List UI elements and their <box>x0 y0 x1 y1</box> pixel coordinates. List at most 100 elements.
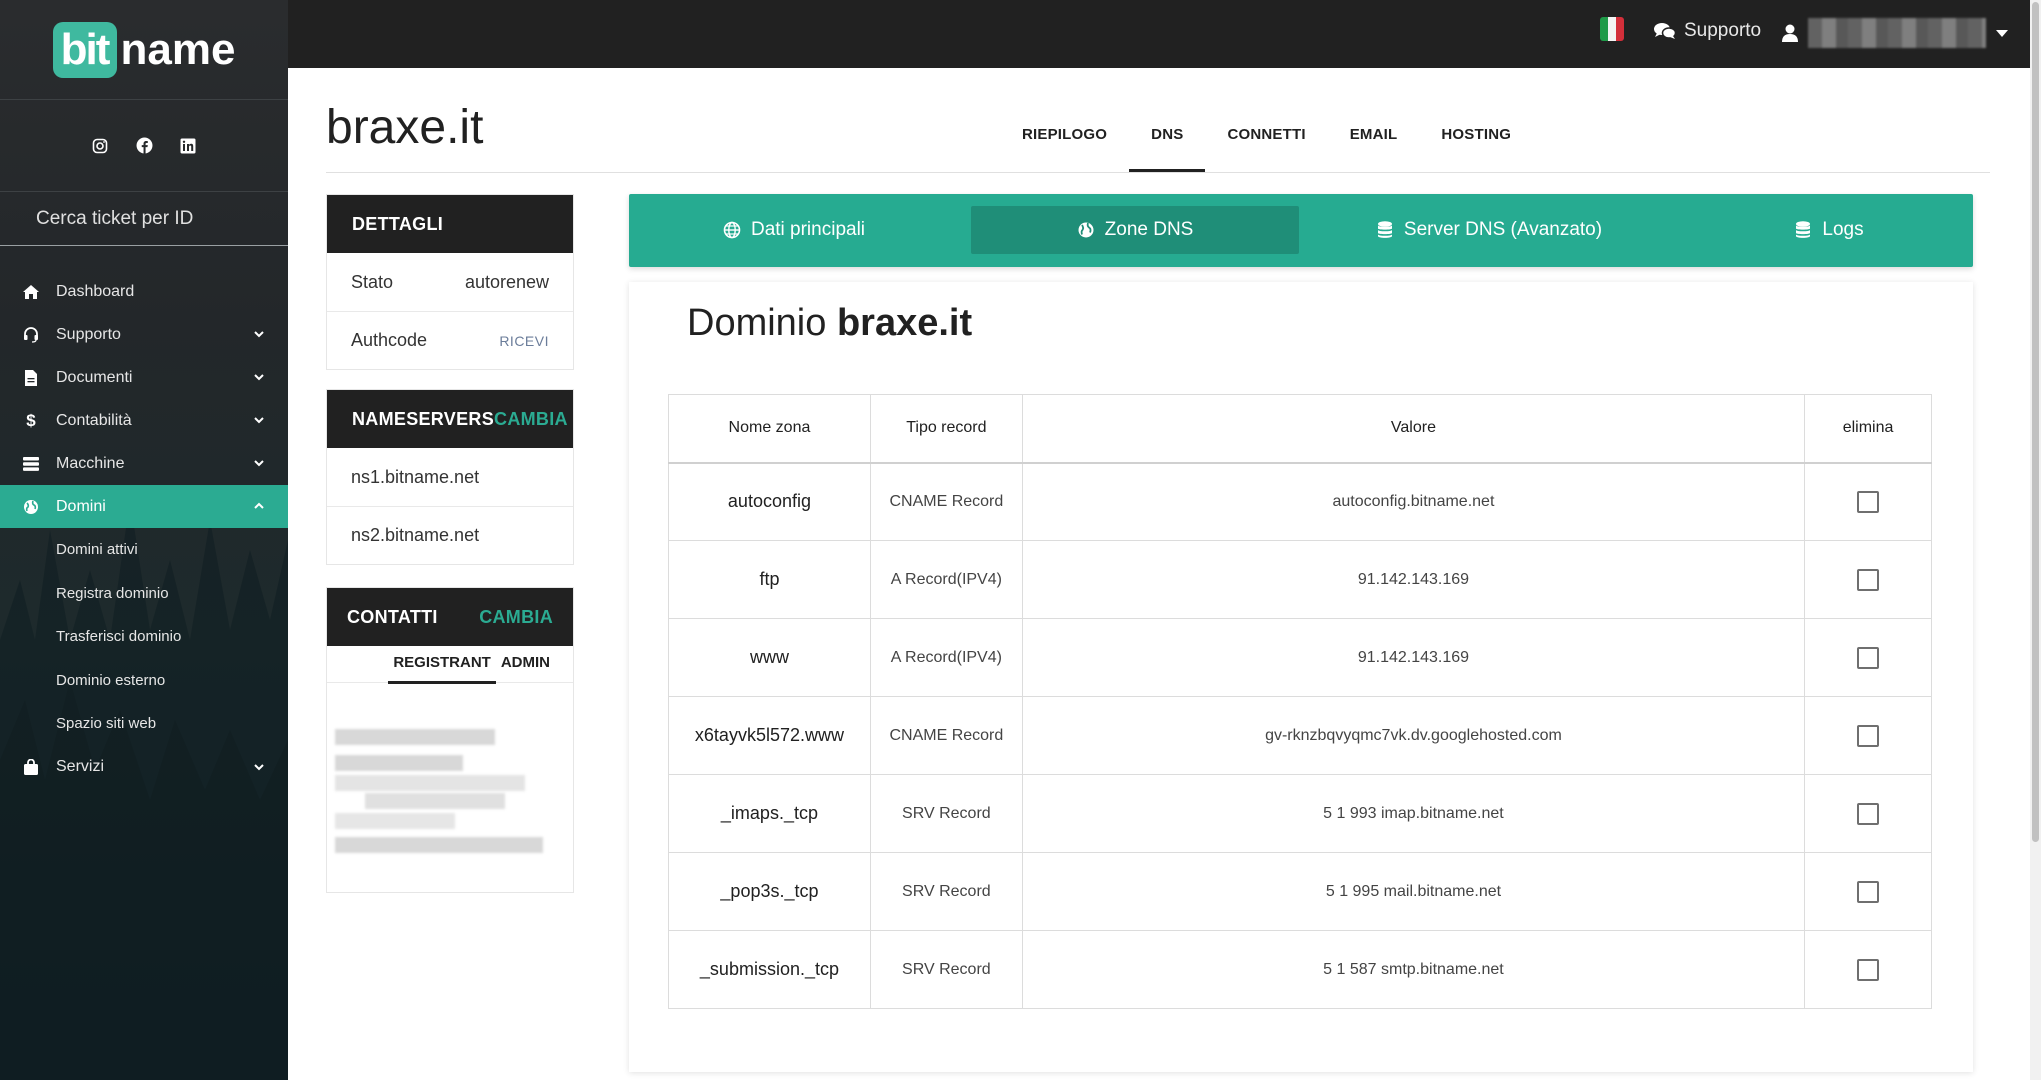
zone-name: _imaps._tcp <box>668 774 871 853</box>
record-value: 5 1 995 mail.bitname.net <box>1021 852 1806 931</box>
logo[interactable]: bit name <box>0 0 288 100</box>
delete-checkbox[interactable] <box>1857 646 1880 669</box>
instagram-icon[interactable] <box>91 137 109 155</box>
column-header-delete: elimina <box>1804 394 1932 464</box>
globe-icon <box>1077 221 1095 239</box>
sidebar-subitem-trasferisci-dominio[interactable]: Trasferisci dominio <box>0 615 288 659</box>
logo-mark: bit <box>52 21 117 78</box>
delete-checkbox[interactable] <box>1857 724 1880 747</box>
authcode-get-button[interactable]: RICEVI <box>499 333 549 349</box>
ticket-search-input[interactable] <box>36 207 276 230</box>
sidebar-item-macchine[interactable]: Macchine <box>0 442 288 485</box>
zone-name: www <box>668 618 871 697</box>
facebook-icon[interactable] <box>135 137 153 155</box>
support-link[interactable]: Supporto <box>1654 20 1761 42</box>
nameserver-value: ns2.bitname.net <box>351 525 480 545</box>
delete-checkbox[interactable] <box>1857 490 1880 513</box>
tab-dns[interactable]: DNS <box>1129 110 1206 172</box>
headset-icon <box>22 326 40 344</box>
server-icon <box>22 455 40 473</box>
subtab-label: Zone DNS <box>1104 219 1194 240</box>
delete-cell <box>1804 462 1932 541</box>
globe-icon <box>22 498 40 516</box>
zone-name: _submission._tcp <box>668 930 871 1009</box>
contacts-change-button[interactable]: CAMBIA <box>479 607 553 628</box>
zone-name: ftp <box>668 540 871 619</box>
subtab-dati-principali[interactable]: Dati principali <box>669 206 919 254</box>
delete-checkbox[interactable] <box>1857 958 1880 981</box>
record-type: SRV Record <box>869 930 1023 1009</box>
nameservers-header: NAMESERVERS CAMBIA <box>327 390 573 448</box>
scrollbar-thumb[interactable] <box>2032 2 2039 842</box>
chevron-down-icon <box>254 417 264 424</box>
tab-hosting[interactable]: HOSTING <box>1419 110 1533 172</box>
linkedin-icon[interactable] <box>179 137 197 155</box>
record-value: 5 1 587 smtp.bitname.net <box>1021 930 1806 1009</box>
nameserver-2: ns2.bitname.net <box>327 506 573 564</box>
italian-flag-icon[interactable] <box>1600 17 1624 41</box>
tab-admin[interactable]: ADMIN <box>496 646 555 682</box>
sidebar-nav: Dashboard Supporto Documenti $ Contabili… <box>0 270 288 789</box>
contacts-card: CONTATTI CAMBIA REGISTRANT ADMIN <box>326 587 574 893</box>
authcode-label: Authcode <box>351 330 428 350</box>
sidebar-item-label: Documenti <box>56 368 133 386</box>
social-links <box>0 100 288 192</box>
record-value: 91.142.143.169 <box>1021 618 1806 697</box>
home-icon <box>22 283 40 301</box>
column-header-zone: Nome zona <box>668 394 871 464</box>
subtab-server-dns[interactable]: Server DNS (Avanzato) <box>1329 206 1649 254</box>
delete-checkbox[interactable] <box>1857 880 1880 903</box>
page-scrollbar[interactable] <box>2030 0 2041 1080</box>
ticket-search <box>0 192 288 246</box>
panel-title: Dominio braxe.it <box>687 302 972 345</box>
sidebar-item-label: Contabilità <box>56 411 132 429</box>
dollar-icon: $ <box>26 410 36 430</box>
table-row: _submission._tcp SRV Record 5 1 587 smtp… <box>668 930 1932 1009</box>
sidebar-item-servizi[interactable]: Servizi <box>0 746 288 789</box>
subtab-zone-dns[interactable]: Zone DNS <box>971 206 1299 254</box>
sidebar-subitem-dominio-esterno[interactable]: Dominio esterno <box>0 659 288 703</box>
sidebar-item-documenti[interactable]: Documenti <box>0 356 288 399</box>
details-card: DETTAGLI Stato autorenew Authcode RICEVI <box>326 194 574 370</box>
delete-cell <box>1804 852 1932 931</box>
status-value: autorenew <box>464 271 549 292</box>
sidebar: bit name Dashboard Supporto <box>0 0 288 1080</box>
sidebar-subitem-registra-dominio[interactable]: Registra dominio <box>0 572 288 616</box>
delete-cell <box>1804 618 1932 697</box>
sidebar-item-supporto[interactable]: Supporto <box>0 313 288 356</box>
details-title: DETTAGLI <box>327 195 573 253</box>
record-type: SRV Record <box>869 852 1023 931</box>
record-value: autoconfig.bitname.net <box>1021 462 1806 541</box>
user-menu[interactable] <box>1782 18 2008 48</box>
table-row: _imaps._tcp SRV Record 5 1 993 imap.bitn… <box>668 774 1932 853</box>
sidebar-subitem-spazio-siti-web[interactable]: Spazio siti web <box>0 702 288 746</box>
tab-email[interactable]: EMAIL <box>1328 110 1420 172</box>
delete-checkbox[interactable] <box>1857 802 1880 825</box>
contacts-header: CONTATTI CAMBIA <box>327 588 573 646</box>
sidebar-item-domini[interactable]: Domini <box>0 485 288 528</box>
subtab-logs[interactable]: Logs <box>1729 206 1929 254</box>
contacts-title: CONTATTI <box>347 606 438 627</box>
record-value: 5 1 993 imap.bitname.net <box>1021 774 1806 853</box>
status-label: Stato <box>351 271 394 292</box>
caret-down-icon <box>1996 29 2008 37</box>
tab-riepilogo[interactable]: RIEPILOGO <box>1000 110 1129 172</box>
sidebar-item-contabilita[interactable]: $ Contabilità <box>0 399 288 442</box>
sidebar-item-dashboard[interactable]: Dashboard <box>0 270 288 313</box>
sidebar-item-label: Domini <box>56 497 106 515</box>
topbar: Supporto <box>288 0 2030 68</box>
redacted-username <box>1808 18 1986 48</box>
database-icon <box>1794 221 1812 239</box>
delete-cell <box>1804 696 1932 775</box>
table-row: ftp A Record(IPV4) 91.142.143.169 <box>668 540 1932 619</box>
sidebar-subitem-domini-attivi[interactable]: Domini attivi <box>0 528 288 572</box>
subtab-label: Logs <box>1822 219 1864 240</box>
nameservers-change-button[interactable]: CAMBIA <box>494 409 568 430</box>
record-type: CNAME Record <box>869 462 1023 541</box>
chevron-down-icon <box>254 460 264 467</box>
tab-connetti[interactable]: CONNETTI <box>1205 110 1327 172</box>
tab-registrant[interactable]: REGISTRANT <box>388 646 496 684</box>
column-header-type: Tipo record <box>869 394 1023 464</box>
domain-tabs: RIEPILOGO DNS CONNETTI EMAIL HOSTING <box>1000 110 1533 172</box>
delete-checkbox[interactable] <box>1857 568 1880 591</box>
